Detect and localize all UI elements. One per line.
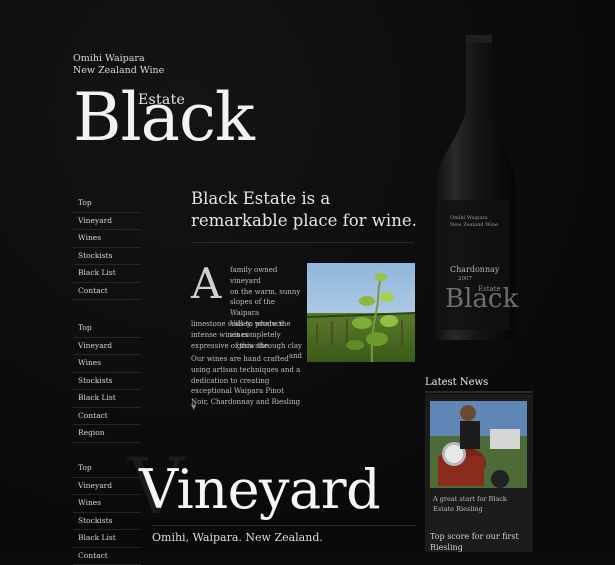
bottle-year: 2007 [458, 276, 472, 282]
bottle-label-line2: New Zealand Wine [450, 222, 498, 228]
section-subtitle: Omihi, Waipara. New Zealand. [152, 531, 323, 544]
section-title: Vineyard [139, 450, 380, 530]
nav-item-contact[interactable]: Contact [73, 548, 141, 565]
logo-black[interactable]: Black [73, 78, 254, 158]
logo-estate: Estate [138, 92, 185, 108]
intro-paragraph-2: Our wines are hand crafted using artisan… [191, 354, 301, 408]
nav-item-vineyard[interactable]: Vineyard [73, 338, 141, 356]
tagline: Omihi Waipara New Zealand Wine [73, 53, 164, 77]
tagline-line-1: Omihi Waipara [73, 53, 164, 65]
nav-item-stockists[interactable]: Stockists [73, 248, 141, 266]
headline-divider [191, 242, 414, 243]
intro-line: family owned vineyard [230, 265, 302, 287]
news-item-2[interactable]: Top score for our first Riesling [430, 531, 530, 553]
intro-text: limestone soils to produce intense wines… [191, 319, 301, 351]
nav-item-black-list[interactable]: Black List [73, 530, 141, 548]
nav-item-wines[interactable]: Wines [73, 230, 141, 248]
nav-item-top[interactable]: Top [73, 320, 141, 338]
news-photo[interactable] [430, 401, 527, 488]
nav-item-black-list[interactable]: Black List [73, 265, 141, 283]
wine-bottle-image: Omihi Waipara New Zealand Wine Chardonna… [430, 35, 520, 340]
nav-item-contact[interactable]: Contact [73, 283, 141, 301]
dropcap: A [191, 263, 221, 305]
nav-item-wines[interactable]: Wines [73, 355, 141, 373]
bottle-label-line1: Omihi Waipara [450, 215, 488, 221]
nav-item-black-list[interactable]: Black List [73, 390, 141, 408]
nav-item-contact[interactable]: Contact [73, 408, 141, 426]
intro-line: slopes of the Waipara [230, 297, 302, 319]
news-item-1[interactable]: A great start for Black Estate Riesling [433, 494, 529, 514]
bottle-variety: Chardonnay [450, 265, 500, 274]
news-divider [425, 391, 533, 393]
nav-item-stockists[interactable]: Stockists [73, 373, 141, 391]
vineyard-photo [307, 263, 415, 362]
latest-news-heading: Latest News [425, 377, 488, 388]
nav-item-region[interactable]: Region [73, 425, 141, 443]
nav-item-top[interactable]: Top [73, 195, 141, 213]
nav-menu-2: Top Vineyard Wines Stockists Black List … [73, 320, 141, 443]
intro-line: on the warm, sunny [230, 287, 302, 298]
bottle-black: Black [445, 284, 518, 314]
nav-menu-1: Top Vineyard Wines Stockists Black List … [73, 195, 141, 300]
section-divider [152, 525, 416, 526]
intro-headline: Black Estate is a remarkable place for w… [191, 188, 421, 232]
tagline-line-2: New Zealand Wine [73, 65, 164, 77]
read-more-arrow-icon[interactable]: ▼ [191, 403, 196, 411]
nav-item-vineyard[interactable]: Vineyard [73, 213, 141, 231]
